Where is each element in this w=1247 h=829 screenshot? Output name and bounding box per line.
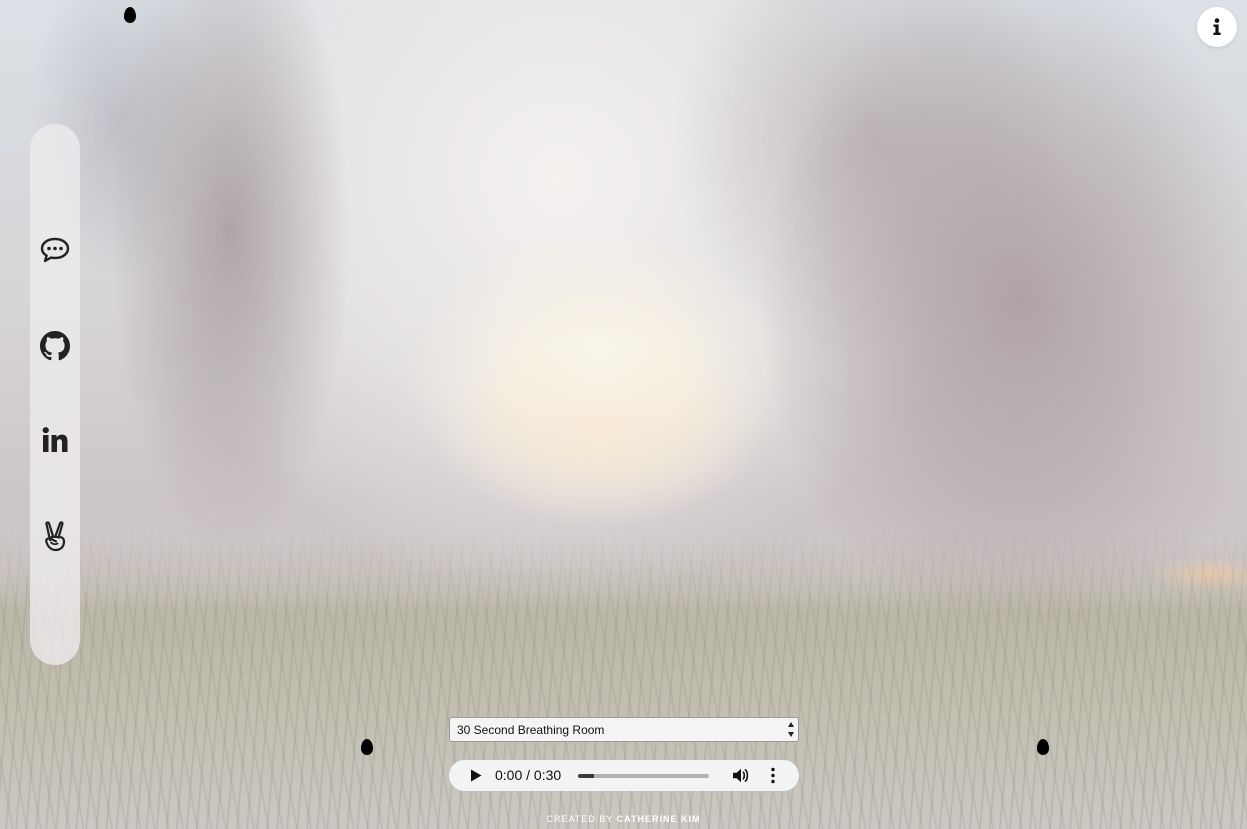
volume-icon[interactable]: [732, 767, 750, 784]
footer-credit: CREATED BY CATHERINE KIM: [0, 814, 1247, 824]
info-button[interactable]: [1197, 7, 1237, 47]
github-icon: [40, 331, 70, 361]
chat-bubble-icon: [40, 237, 70, 263]
seek-bar[interactable]: [578, 774, 709, 778]
background-photo: [0, 0, 1247, 829]
audio-player: 0:00 / 0:30: [449, 760, 799, 791]
time-display: 0:00 / 0:30: [495, 767, 562, 783]
info-icon: [1213, 18, 1221, 35]
buffered-fill: [578, 774, 594, 778]
audio-track-select[interactable]: 30 Second Breathing Room: [449, 717, 799, 742]
select-value: 30 Second Breathing Room: [457, 722, 605, 737]
credit-prefix: CREATED BY: [546, 814, 614, 824]
social-sidebar: [30, 124, 80, 665]
raindrop: [1037, 739, 1049, 755]
haze-overlay: [0, 0, 1247, 829]
sidebar-item-linkedin[interactable]: [30, 420, 80, 460]
sidebar-item-github[interactable]: [30, 326, 80, 366]
linkedin-icon: [42, 427, 68, 452]
sidebar-item-chat[interactable]: [30, 230, 80, 270]
more-options-icon[interactable]: [768, 767, 778, 784]
sidebar-item-angellist[interactable]: [30, 516, 80, 556]
play-icon[interactable]: [469, 768, 483, 783]
credit-author[interactable]: CATHERINE KIM: [617, 814, 701, 824]
raindrop: [361, 739, 373, 755]
select-arrows-icon: [788, 722, 794, 737]
angellist-icon: [45, 521, 66, 552]
raindrop: [124, 7, 136, 23]
